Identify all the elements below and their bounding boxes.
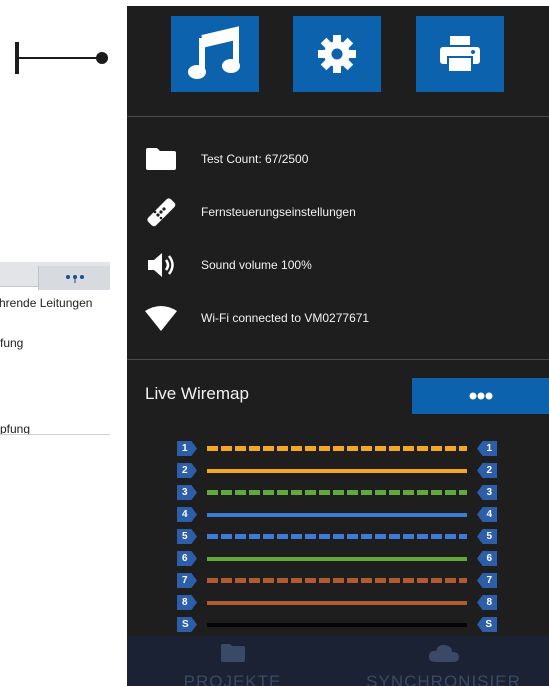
wiremap-row: SS <box>177 617 497 632</box>
pin-label-right: 8 <box>477 595 497 610</box>
remote-settings-text: Fernsteuerungseinstellungen <box>201 205 356 219</box>
pin-label-right: S <box>477 617 497 632</box>
remote-control-icon <box>145 197 177 227</box>
wiremap-row: 88 <box>177 595 497 610</box>
wire-line <box>207 557 467 561</box>
folder-icon <box>221 644 245 662</box>
wifi-text: Wi-Fi connected to VM0277671 <box>201 311 370 325</box>
wiremap-row: 33 <box>177 485 497 500</box>
wifi-icon <box>145 303 177 333</box>
background-text-line: fung <box>0 336 24 350</box>
pin-label-left: S <box>177 617 197 632</box>
test-count-row: Test Count: 67/2500 <box>145 144 308 174</box>
wiremap-row: 11 <box>177 441 497 456</box>
wire-line <box>207 446 467 451</box>
callout-dot <box>96 52 108 64</box>
wire-line <box>207 490 467 495</box>
pin-label-right: 1 <box>477 441 497 456</box>
music-note-icon <box>188 26 240 79</box>
wire-line <box>207 601 467 605</box>
printer-icon <box>440 36 480 72</box>
bottom-navigation: PROJEKTE SYNCHRONISIER <box>127 636 549 686</box>
wire-line <box>207 513 467 517</box>
settings-button[interactable] <box>293 16 381 92</box>
pin-label-right: 3 <box>477 485 497 500</box>
sound-row[interactable]: Sound volume 100% <box>145 250 312 280</box>
wire-line <box>207 469 467 473</box>
cloud-icon <box>428 644 459 662</box>
pin-label-right: 4 <box>477 507 497 522</box>
more-options-button[interactable] <box>412 378 549 414</box>
wire-line <box>207 623 467 627</box>
background-text-line: hrende Leitungen <box>0 296 93 310</box>
print-button[interactable] <box>416 16 504 92</box>
pin-label-right: 5 <box>477 529 497 544</box>
speaker-icon <box>145 250 177 280</box>
background-window: hrende Leitungen fung pfung <box>0 258 110 435</box>
tab-synchronize[interactable]: SYNCHRONISIER <box>338 636 549 686</box>
pin-label-left: 8 <box>177 595 197 610</box>
pin-label-left: 6 <box>177 551 197 566</box>
wire-line <box>207 578 467 583</box>
sound-text: Sound volume 100% <box>201 258 312 272</box>
wiremap-row: 22 <box>177 463 497 478</box>
background-window-header <box>0 262 110 290</box>
live-wiremap-title: Live Wiremap <box>145 384 249 403</box>
callout-line <box>16 57 102 59</box>
pin-label-left: 1 <box>177 441 197 456</box>
divider <box>127 359 549 360</box>
wire-line <box>207 534 467 539</box>
wiremap-row: 44 <box>177 507 497 522</box>
gear-icon <box>318 35 356 73</box>
ellipsis-icon <box>469 392 492 400</box>
pin-label-right: 6 <box>477 551 497 566</box>
pin-label-left: 5 <box>177 529 197 544</box>
background-window-menu-button[interactable] <box>38 266 110 290</box>
pin-label-right: 2 <box>477 463 497 478</box>
folder-icon <box>145 144 177 174</box>
background-text-line: pfung <box>0 422 31 435</box>
music-button[interactable] <box>171 16 259 92</box>
wiremap-row: 66 <box>177 551 497 566</box>
pin-label-left: 7 <box>177 573 197 588</box>
pin-label-left: 4 <box>177 507 197 522</box>
divider <box>127 116 549 117</box>
network-icon <box>66 275 84 283</box>
tab-synchronize-label: SYNCHRONISIER <box>366 672 521 686</box>
pin-label-left: 2 <box>177 463 197 478</box>
pin-label-right: 7 <box>477 573 497 588</box>
wifi-row[interactable]: Wi-Fi connected to VM0277671 <box>145 303 369 333</box>
wiremap-row: 77 <box>177 573 497 588</box>
pin-label-left: 3 <box>177 485 197 500</box>
tab-projects[interactable]: PROJEKTE <box>127 636 338 686</box>
tab-projects-label: PROJEKTE <box>183 672 282 686</box>
remote-settings-row[interactable]: Fernsteuerungseinstellungen <box>145 197 356 227</box>
device-panel: Test Count: 67/2500 Fernsteuerungseinste… <box>127 6 549 686</box>
test-count-text: Test Count: 67/2500 <box>201 152 309 166</box>
wiremap-row: 55 <box>177 529 497 544</box>
